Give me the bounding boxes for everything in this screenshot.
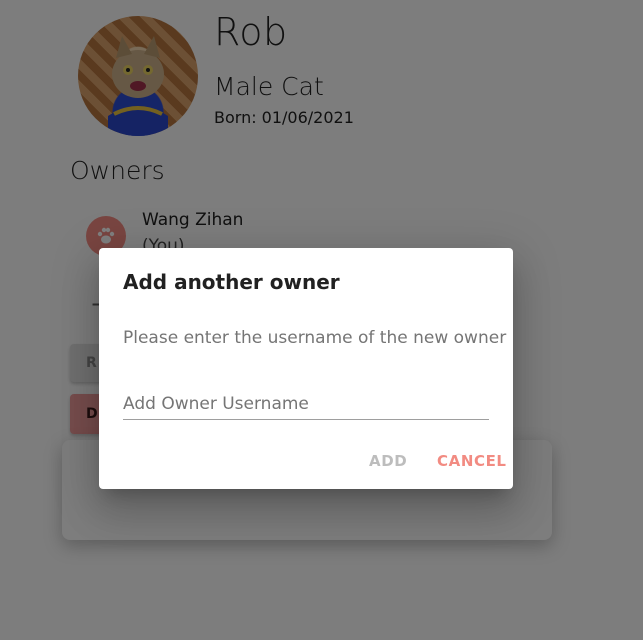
cancel-button[interactable]: CANCEL: [431, 448, 513, 474]
add-button[interactable]: ADD: [363, 448, 413, 474]
add-owner-dialog: Add another owner Please enter the usern…: [99, 248, 513, 489]
dialog-title: Add another owner: [123, 270, 340, 294]
dialog-description: Please enter the username of the new own…: [123, 328, 507, 348]
owner-username-input[interactable]: [123, 388, 489, 420]
